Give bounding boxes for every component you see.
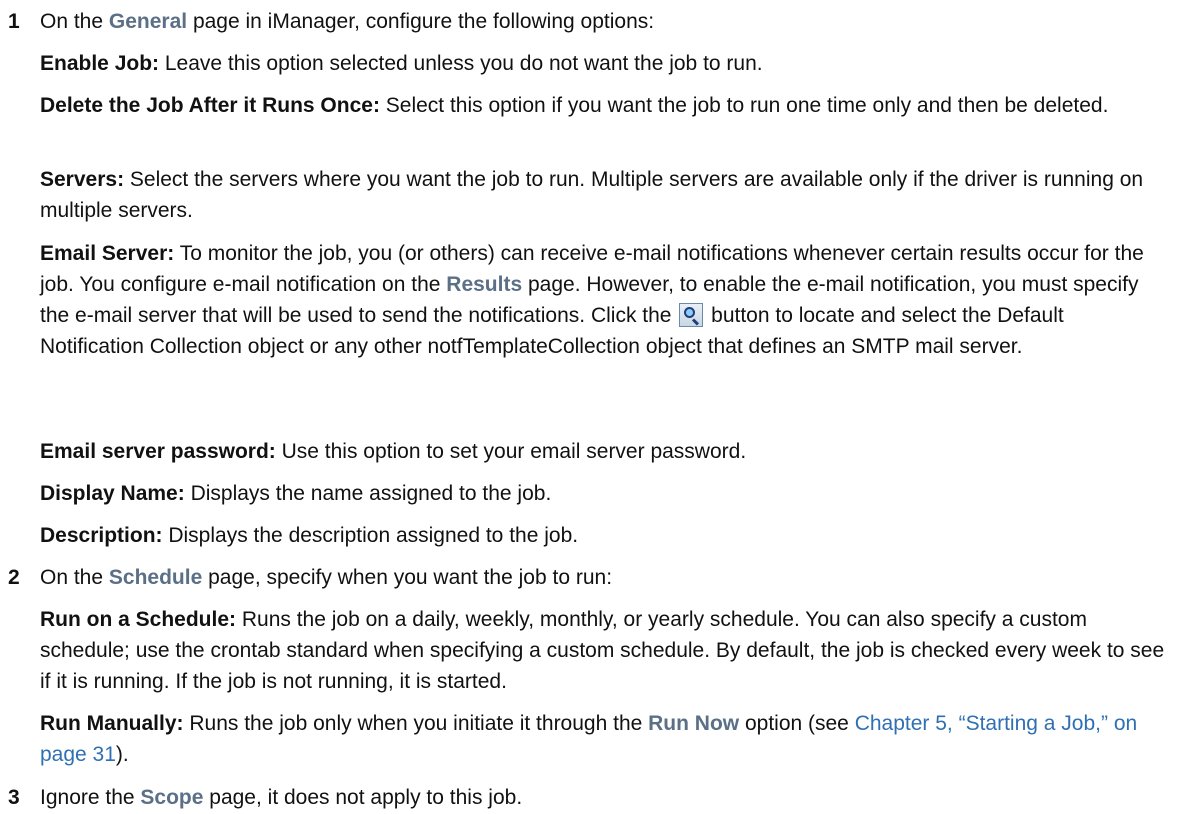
- option-display-name: Display Name: Displays the name assigned…: [40, 478, 1173, 509]
- option-term: Run Manually:: [40, 712, 184, 735]
- step-2-post: page, specify when you want the job to r…: [202, 566, 613, 589]
- option-email-password: Email server password: Use this option t…: [40, 436, 1173, 467]
- option-term: Description:: [40, 524, 163, 547]
- option-term: Email server password:: [40, 440, 276, 463]
- option-desc: Use this option to set your email server…: [275, 440, 747, 463]
- option-term: Email Server:: [40, 242, 175, 265]
- option-desc: Displays the description assigned to the…: [162, 524, 579, 547]
- option-desc: Displays the name assigned to the job.: [184, 482, 552, 505]
- option-enable-job: Enable Job: Leave this option selected u…: [40, 48, 1173, 79]
- step-3-post: page, it does not apply to this job.: [203, 786, 523, 809]
- option-desc: option (see: [739, 712, 855, 735]
- option-delete-once: Delete the Job After it Runs Once: Selec…: [40, 90, 1173, 121]
- schedule-page-reference: Schedule: [108, 566, 203, 589]
- results-page-reference: Results: [446, 273, 523, 296]
- step-3-pre: Ignore the: [40, 786, 141, 809]
- option-desc: ).: [115, 743, 129, 766]
- option-desc: Select this option if you want the job t…: [379, 94, 1109, 117]
- scope-page-reference: Scope: [140, 786, 204, 809]
- option-desc: Select the servers where you want the jo…: [40, 168, 1144, 222]
- option-term: Display Name:: [40, 482, 185, 505]
- option-run-schedule: Run on a Schedule: Runs the job on a dai…: [40, 604, 1173, 697]
- option-desc: Leave this option selected unless you do…: [159, 52, 763, 75]
- option-servers: Servers: Select the servers where you wa…: [40, 164, 1173, 226]
- run-now-reference: Run Now: [648, 712, 740, 735]
- general-page-reference: General: [108, 10, 188, 33]
- step-1-pre: On the: [40, 10, 109, 33]
- option-term: Run on a Schedule:: [40, 608, 237, 631]
- option-description: Description: Displays the description as…: [40, 520, 1173, 551]
- step-number-3: 3: [8, 786, 20, 809]
- step-number-2: 2: [8, 566, 20, 589]
- search-icon: [679, 303, 704, 327]
- step-3-text: Ignore the Scope page, it does not apply…: [40, 782, 1173, 813]
- step-1-text: On the General page in iManager, configu…: [40, 6, 1173, 37]
- option-email-server: Email Server: To monitor the job, you (o…: [40, 238, 1173, 362]
- option-run-manually: Run Manually: Runs the job only when you…: [40, 708, 1173, 770]
- step-2-text: On the Schedule page, specify when you w…: [40, 562, 1173, 593]
- step-2-pre: On the: [40, 566, 109, 589]
- option-term: Enable Job:: [40, 52, 160, 75]
- option-term: Delete the Job After it Runs Once:: [40, 94, 380, 117]
- step-number-1: 1: [8, 10, 20, 33]
- step-1-post: page in iManager, configure the followin…: [187, 10, 655, 33]
- option-term: Servers:: [40, 168, 125, 191]
- option-desc: Runs the job only when you initiate it t…: [183, 712, 649, 735]
